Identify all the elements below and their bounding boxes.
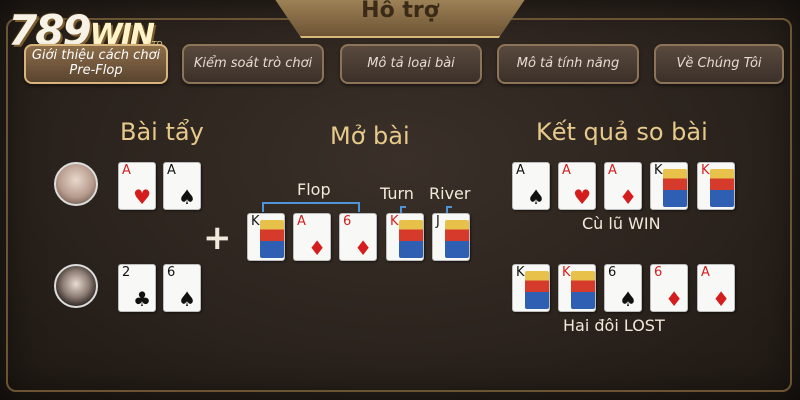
board-card: 6 ♦ <box>339 213 377 261</box>
result-card: K♦ <box>558 264 596 312</box>
card-rank: 6 <box>343 214 352 229</box>
flop-bracket <box>262 202 360 212</box>
card-suit-icon: ♠ <box>178 185 196 209</box>
card-rank: A <box>562 163 571 178</box>
result-label-win: Cù lũ WIN <box>582 214 661 233</box>
player-avatar-2 <box>54 264 98 308</box>
result-card: A ♦ <box>604 162 642 210</box>
result-card: A ♥ <box>558 162 596 210</box>
board-card: K♦ <box>386 213 424 261</box>
card-rank: A <box>701 265 710 280</box>
card-suit-icon: ♠ <box>178 287 196 311</box>
card-rank: A <box>122 163 131 178</box>
tab-label: Kiểm soát trò chơi <box>193 55 313 71</box>
board-card: A ♦ <box>293 213 331 261</box>
card-rank: 6 <box>654 265 663 280</box>
card-rank: 2 <box>122 265 131 280</box>
face-card-art <box>571 271 595 309</box>
card-suit-icon: ♦ <box>712 287 730 311</box>
result-label-lost: Hai đôi LOST <box>563 316 665 335</box>
card-rank: K <box>654 163 663 178</box>
tab-label: Mô tả tính năng <box>516 55 620 71</box>
tab-features[interactable]: Mô tả tính năng <box>497 44 639 84</box>
face-card-art <box>260 220 284 258</box>
card-rank: K <box>516 265 525 280</box>
tab-label: Mô tả loại bài <box>367 55 455 71</box>
card-rank: 6 <box>167 265 176 280</box>
card-suit-icon: ♥ <box>133 185 151 209</box>
result-card: K♦ <box>697 162 735 210</box>
card-suit-icon: ♦ <box>308 236 326 260</box>
hole-card: A ♥ <box>118 162 156 210</box>
result-card: 6 ♠ <box>604 264 642 312</box>
player-avatar-1 <box>54 162 98 206</box>
card-rank: A <box>297 214 306 229</box>
face-card-art <box>525 271 549 309</box>
card-rank: A <box>608 163 617 178</box>
result-card: 6 ♦ <box>650 264 688 312</box>
card-suit-icon: ♦ <box>619 185 637 209</box>
face-card-art <box>710 169 734 207</box>
card-rank: K <box>251 214 260 229</box>
result-card: K♠ <box>512 264 550 312</box>
tab-label: Giới thiệu cách chơi Pre-Flop <box>31 48 161 78</box>
card-suit-icon: ♥ <box>573 185 591 209</box>
result-heading: Kết quả so bài <box>536 118 708 146</box>
hole-cards-heading: Bài tẩy <box>120 118 204 146</box>
face-card-art <box>445 220 469 258</box>
tab-about-us[interactable]: Về Chúng Tôi <box>654 44 784 84</box>
hole-card: A ♠ <box>163 162 201 210</box>
result-card: A ♠ <box>512 162 550 210</box>
flop-label: Flop <box>297 180 331 199</box>
face-card-art <box>663 169 687 207</box>
card-suit-icon: ♣ <box>133 287 151 311</box>
card-suit-icon: ♠ <box>527 185 545 209</box>
result-card: A ♦ <box>697 264 735 312</box>
card-rank: A <box>167 163 176 178</box>
tab-preflop-intro[interactable]: Giới thiệu cách chơi Pre-Flop <box>24 44 168 84</box>
face-card-art <box>399 220 423 258</box>
river-label: River <box>429 184 471 203</box>
tab-card-types[interactable]: Mô tả loại bài <box>340 44 482 84</box>
panel-title: Hỗ trợ <box>361 0 439 23</box>
board-heading: Mở bài <box>330 122 410 150</box>
result-card: K♠ <box>650 162 688 210</box>
card-rank: J <box>436 214 440 229</box>
card-suit-icon: ♦ <box>665 287 683 311</box>
card-suit-icon: ♠ <box>619 287 637 311</box>
card-rank: 6 <box>608 265 617 280</box>
card-rank: A <box>516 163 525 178</box>
tab-game-control[interactable]: Kiểm soát trò chơi <box>182 44 324 84</box>
card-suit-icon: ♦ <box>354 236 372 260</box>
plus-symbol: + <box>203 218 232 258</box>
card-rank: K <box>701 163 710 178</box>
board-card: K♠ <box>247 213 285 261</box>
hole-card: 2 ♣ <box>118 264 156 312</box>
turn-label: Turn <box>380 184 414 203</box>
card-rank: K <box>390 214 399 229</box>
card-rank: K <box>562 265 571 280</box>
hole-card: 6 ♠ <box>163 264 201 312</box>
tab-label: Về Chúng Tôi <box>676 55 762 71</box>
board-card: J♠ <box>432 213 470 261</box>
